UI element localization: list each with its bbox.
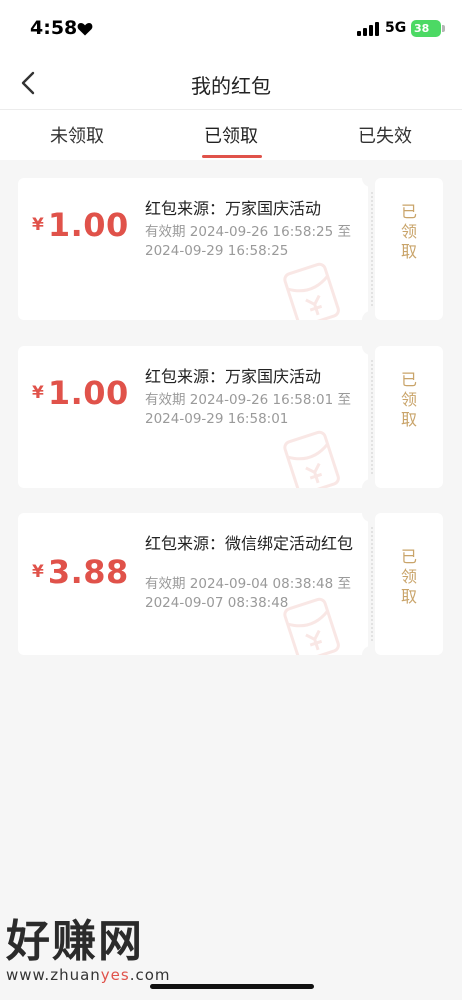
red-packet-source: 红包来源：万家国庆活动 [145,367,322,386]
claimed-status-text: 已领取 [400,547,417,606]
watermark-url-prefix: www.zhuan [6,966,101,984]
watermark-url-highlight: yes [100,966,130,984]
amount-value: 3.88 [47,553,129,591]
red-packet-card-body: ¥3.88 红包来源：微信绑定活动红包 有效期 2024-09-04 08:38… [18,513,368,655]
red-packet-amount: ¥3.88 [32,553,147,591]
currency-symbol: ¥ [32,383,44,403]
red-packet-amount: ¥1.00 [32,206,147,244]
heart-icon [77,23,93,36]
red-packet-card-body: ¥1.00 红包来源：万家国庆活动 有效期 2024-09-26 16:58:2… [18,178,368,320]
cellular-signal-icon [357,22,379,36]
watermark-logo: 好赚网 [6,916,144,967]
red-packet-card-body: ¥1.00 红包来源：万家国庆活动 有效期 2024-09-26 16:58:0… [18,346,368,488]
watermark-url: www.zhuanyes.com [6,966,196,984]
network-type: 5G [385,20,407,36]
claimed-status-text: 已领取 [400,370,417,429]
page-title: 我的红包 [191,74,271,98]
claimed-status-text: 已领取 [400,202,417,261]
watermark-url-suffix: .com [129,966,171,984]
tab-claimed[interactable]: 已领取 [154,122,308,148]
currency-symbol: ¥ [32,215,44,235]
site-watermark: 好赚网 www.zhuanyes.com [6,918,196,988]
red-packet-validity: 有效期 2024-09-26 16:58:01 至 2024-09-29 16:… [145,392,351,427]
tab-unclaimed[interactable]: 未领取 [0,122,154,148]
red-packet-card: ¥1.00 红包来源：万家国庆活动 有效期 2024-09-26 16:58:0… [18,346,443,488]
battery-level: 38 [414,22,430,35]
tab-expired[interactable]: 已失效 [308,122,462,148]
tab-bar: 未领取 已领取 已失效 [0,110,462,160]
status-bar: 4:58 5G 38 [0,0,462,58]
red-packet-card: ¥1.00 红包来源：万家国庆活动 有效期 2024-09-26 16:58:2… [18,178,443,320]
red-packet-stamp-icon [283,430,340,488]
perforation-divider [371,527,373,641]
perforation-divider [371,360,373,474]
red-packet-source: 红包来源：万家国庆活动 [145,199,322,218]
status-time: 4:58 [30,17,78,39]
red-packet-status-stub: 已领取 [375,346,443,488]
red-packet-stamp-icon [283,262,340,320]
home-indicator[interactable] [150,984,314,989]
perforation-divider [371,192,373,306]
red-packet-validity: 有效期 2024-09-04 08:38:48 至 2024-09-07 08:… [145,576,351,611]
currency-symbol: ¥ [32,562,44,582]
red-packet-amount: ¥1.00 [32,374,147,412]
amount-value: 1.00 [47,374,129,412]
red-packet-card: ¥3.88 红包来源：微信绑定活动红包 有效期 2024-09-04 08:38… [18,513,443,655]
amount-value: 1.00 [47,206,129,244]
red-packet-status-stub: 已领取 [375,513,443,655]
battery-cap [442,25,445,32]
claimed-status: 已领取 [375,547,443,607]
red-packet-source: 红包来源：微信绑定活动红包 [145,534,354,553]
claimed-status: 已领取 [375,202,443,262]
red-packet-validity: 有效期 2024-09-26 16:58:25 至 2024-09-29 16:… [145,224,351,259]
nav-bar: 我的红包 [0,58,462,110]
battery-icon: 38 [411,20,441,37]
red-packet-status-stub: 已领取 [375,178,443,320]
claimed-status: 已领取 [375,370,443,430]
active-tab-indicator [202,155,262,158]
